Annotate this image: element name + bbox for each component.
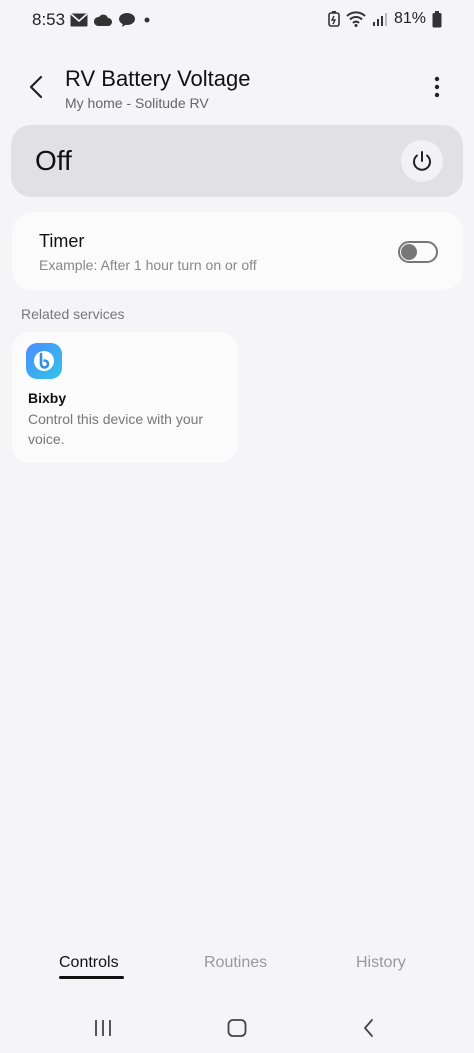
timer-card[interactable]: Timer Example: After 1 hour turn on or o…	[12, 212, 463, 290]
recents-button[interactable]	[88, 1015, 118, 1041]
dot-icon	[142, 15, 152, 25]
power-card[interactable]: Off	[11, 125, 463, 197]
home-button[interactable]	[222, 1015, 252, 1041]
back-icon	[364, 1019, 373, 1037]
more-vertical-icon	[434, 76, 440, 98]
page-title: RV Battery Voltage	[65, 66, 251, 91]
power-icon	[413, 151, 431, 171]
bixby-icon	[26, 343, 62, 379]
page-subtitle: My home - Solitude RV	[65, 95, 209, 111]
service-description: Control this device with your voice.	[28, 411, 204, 447]
app-header: RV Battery Voltage My home - Solitude RV	[0, 56, 474, 116]
related-services-label: Related services	[21, 306, 125, 322]
battery-icon	[432, 10, 442, 28]
timer-title: Timer	[39, 231, 85, 251]
tab-controls[interactable]: Controls	[59, 954, 119, 972]
cloud-icon	[94, 13, 112, 27]
battery-percent: 81%	[393, 10, 426, 27]
chat-icon	[118, 12, 136, 28]
back-button[interactable]	[22, 72, 52, 102]
power-button[interactable]	[401, 140, 443, 182]
signal-icon	[372, 11, 388, 27]
service-name: Bixby	[28, 390, 67, 406]
active-tab-indicator	[59, 976, 124, 979]
status-time: 8:53	[32, 10, 66, 29]
power-state-label: Off	[35, 145, 72, 176]
home-icon	[227, 1019, 247, 1037]
tab-history[interactable]: History	[356, 954, 406, 972]
system-nav-bar	[0, 1005, 474, 1053]
timer-toggle[interactable]	[398, 241, 438, 263]
timer-description: Example: After 1 hour turn on or off	[39, 257, 257, 273]
wifi-icon	[346, 11, 366, 27]
recents-icon	[95, 1020, 111, 1036]
nav-back-button[interactable]	[354, 1015, 384, 1041]
more-options-button[interactable]	[426, 74, 448, 100]
bixby-service-card[interactable]: Bixby Control this device with your voic…	[12, 332, 238, 463]
chevron-left-icon	[29, 75, 43, 99]
mail-icon	[70, 13, 88, 27]
tab-routines[interactable]: Routines	[204, 954, 267, 972]
bottom-tabs: Controls Routines History	[0, 950, 474, 990]
status-bar: 8:53 81%	[0, 0, 474, 38]
toggle-knob	[401, 244, 417, 260]
battery-saver-icon	[328, 11, 340, 27]
